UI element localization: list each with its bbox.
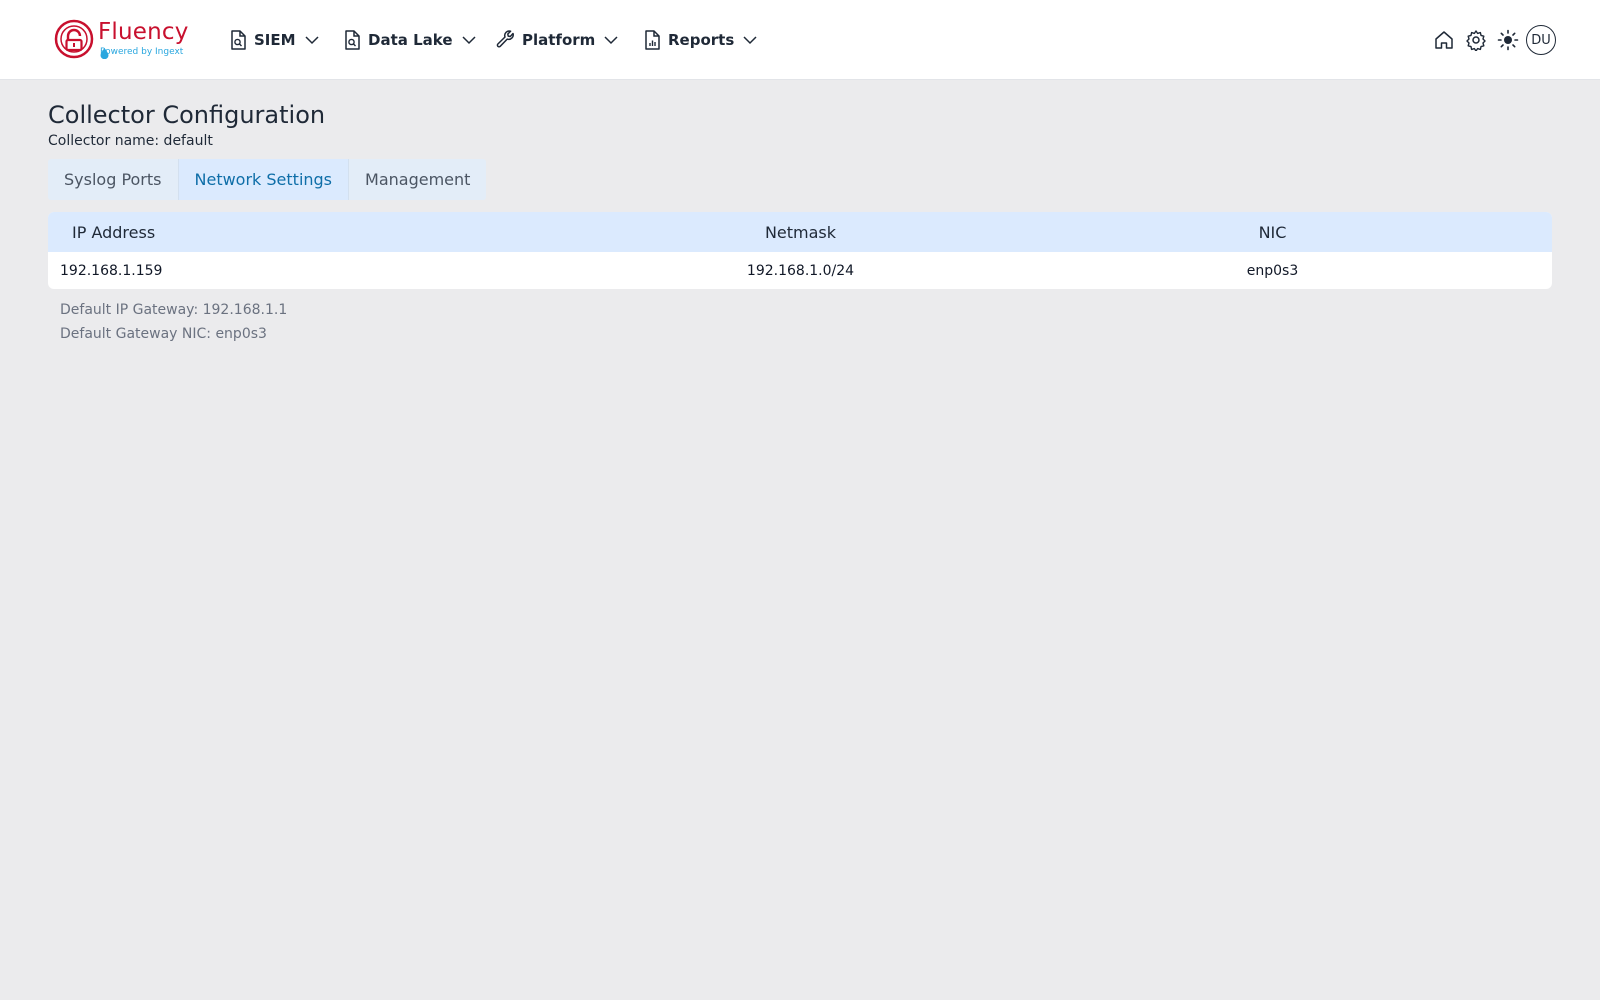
page-title: Collector Configuration xyxy=(48,101,326,129)
cell-netmask: 192.168.1.0/24 xyxy=(746,262,855,279)
gear-icon[interactable] xyxy=(1464,28,1488,52)
fluency-shield-icon xyxy=(54,19,94,59)
chevron-down-icon xyxy=(604,36,618,45)
fluency-logo[interactable]: Fluency Powered by Ingext xyxy=(54,18,194,62)
nav-siem[interactable]: SIEM xyxy=(228,26,320,54)
table-header: IP Address Netmask NIC xyxy=(48,212,1552,252)
default-gateway-nic: Default Gateway NIC: enp0s3 xyxy=(60,326,267,342)
tab-network-settings[interactable]: Network Settings xyxy=(178,159,350,200)
logo-tagline-text: Powered by Ingext xyxy=(100,47,184,57)
document-chart-icon xyxy=(645,30,660,50)
table-row[interactable]: 192.168.1.159 192.168.1.0/24 enp0s3 xyxy=(48,252,1552,289)
cell-ip-address: 192.168.1.159 xyxy=(60,262,163,279)
tab-syslog-ports[interactable]: Syslog Ports xyxy=(48,159,179,200)
column-header-netmask[interactable]: Netmask xyxy=(608,223,993,242)
tab-management[interactable]: Management xyxy=(349,159,486,200)
wrench-icon xyxy=(496,30,514,48)
document-search-icon xyxy=(231,30,246,50)
logo-wordmark: Fluency xyxy=(98,19,189,45)
sun-icon[interactable] xyxy=(1496,28,1520,52)
nav-siem-label: SIEM xyxy=(254,31,296,49)
nav-data-lake[interactable]: Data Lake xyxy=(342,26,477,54)
user-avatar[interactable]: DU xyxy=(1526,25,1556,55)
nav-platform[interactable]: Platform xyxy=(496,26,619,54)
default-gateway: Default IP Gateway: 192.168.1.1 xyxy=(60,302,288,318)
nav-platform-label: Platform xyxy=(522,31,596,49)
nav-data-lake-label: Data Lake xyxy=(368,31,453,49)
nav-reports-label: Reports xyxy=(668,31,735,49)
document-search-icon xyxy=(345,30,360,50)
chevron-down-icon xyxy=(743,36,757,45)
config-tabs: Syslog Ports Network Settings Management xyxy=(48,159,487,200)
header-actions: DU xyxy=(1424,22,1556,58)
home-icon[interactable] xyxy=(1432,28,1456,52)
top-navbar: Fluency Powered by Ingext SIEM Data Lake xyxy=(0,0,1600,80)
nav-reports[interactable]: Reports xyxy=(642,26,758,54)
column-header-nic[interactable]: NIC xyxy=(993,223,1552,242)
collector-name: Collector name: default xyxy=(48,133,213,149)
water-drop-icon xyxy=(100,48,109,59)
logo-tagline: Powered by Ingext xyxy=(100,47,184,59)
cell-nic: enp0s3 xyxy=(1246,262,1299,279)
chevron-down-icon xyxy=(461,36,476,45)
column-header-ip-address[interactable]: IP Address xyxy=(48,223,608,242)
network-table: IP Address Netmask NIC 192.168.1.159 192… xyxy=(48,212,1552,289)
chevron-down-icon xyxy=(305,36,319,45)
